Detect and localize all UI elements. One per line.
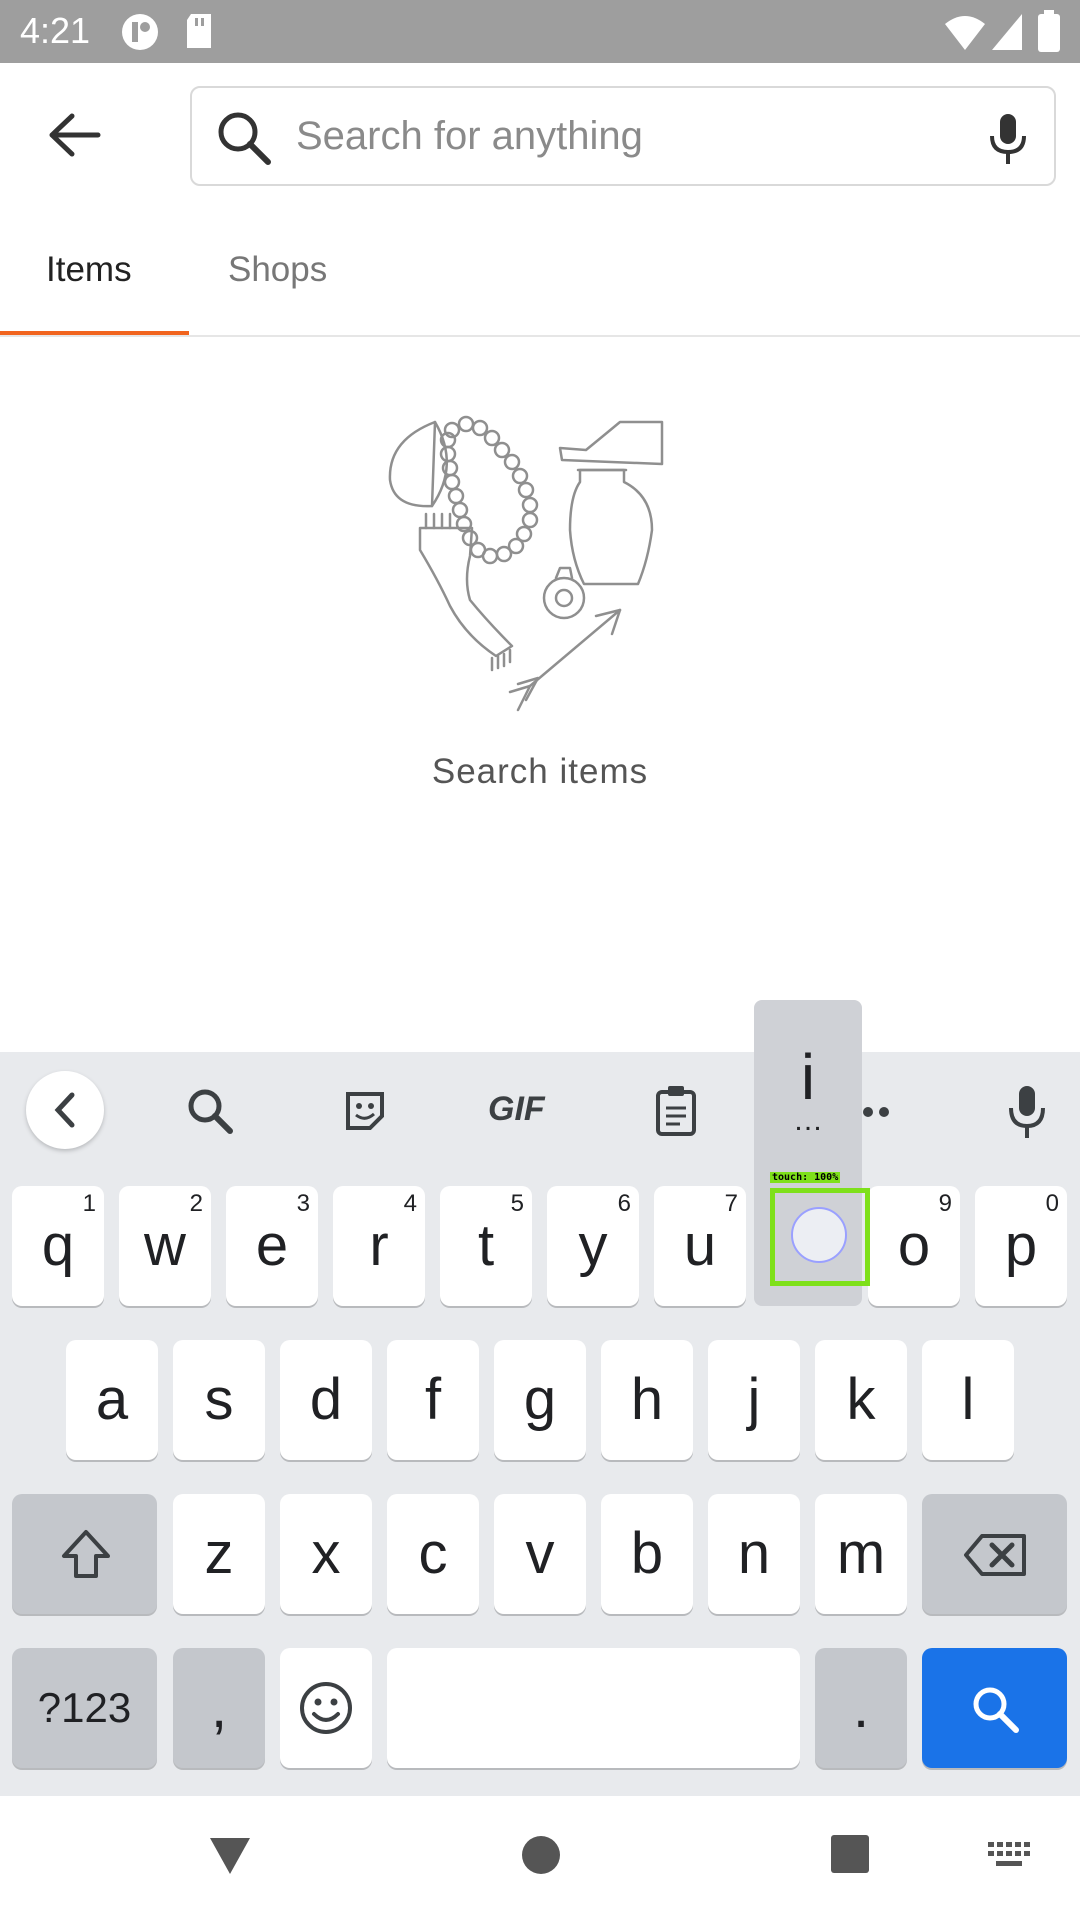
key-s[interactable]: s <box>173 1340 265 1460</box>
key-hint: 2 <box>189 1190 203 1217</box>
tab-divider <box>0 335 1080 337</box>
key-e[interactable]: e3 <box>226 1186 318 1306</box>
key-hint: 6 <box>617 1190 631 1217</box>
sd-card-icon <box>187 14 211 48</box>
toolbar-collapse-button[interactable] <box>26 1071 104 1149</box>
key-y[interactable]: y6 <box>547 1186 639 1306</box>
keyboard-switch-icon[interactable] <box>986 1840 1032 1870</box>
more-options-icon[interactable] <box>862 1100 892 1124</box>
key-label: q <box>41 1213 75 1278</box>
key-h[interactable]: h <box>601 1340 693 1460</box>
key-l[interactable]: l <box>922 1340 1014 1460</box>
key-c[interactable]: c <box>387 1494 479 1614</box>
key-z[interactable]: z <box>173 1494 265 1614</box>
key-j[interactable]: j <box>708 1340 800 1460</box>
key-n[interactable]: n <box>708 1494 800 1614</box>
key-m[interactable]: m <box>815 1494 907 1614</box>
key-d[interactable]: d <box>280 1340 372 1460</box>
clipboard-icon[interactable] <box>654 1084 698 1136</box>
key-label: r <box>369 1213 389 1278</box>
nav-back-icon[interactable] <box>206 1834 254 1878</box>
key-q[interactable]: q1 <box>12 1186 104 1306</box>
key-p[interactable]: p0 <box>975 1186 1067 1306</box>
key-label: p <box>1004 1213 1038 1278</box>
status-bar: 4:21 <box>0 0 1080 63</box>
key-u[interactable]: u7 <box>654 1186 746 1306</box>
keyboard-microphone-icon[interactable] <box>1006 1084 1048 1140</box>
search-placeholder: Search for anything <box>296 114 643 158</box>
key-b[interactable]: b <box>601 1494 693 1614</box>
status-time: 4:21 <box>20 10 91 51</box>
keyboard-search-icon[interactable] <box>186 1087 234 1135</box>
backspace-icon <box>964 1534 1026 1576</box>
key-o[interactable]: o9 <box>868 1186 960 1306</box>
key-hint: 9 <box>938 1190 952 1217</box>
key-t[interactable]: t5 <box>440 1186 532 1306</box>
key-f[interactable]: f <box>387 1340 479 1460</box>
backspace-key[interactable] <box>922 1494 1067 1614</box>
key-label: e <box>255 1213 289 1278</box>
key-v[interactable]: v <box>494 1494 586 1614</box>
battery-icon <box>1038 10 1060 52</box>
key-w[interactable]: w2 <box>119 1186 211 1306</box>
key-k[interactable]: k <box>815 1340 907 1460</box>
touch-indicator-label: touch: 100% <box>770 1172 841 1183</box>
wifi-icon <box>945 16 985 50</box>
shift-key[interactable] <box>12 1494 157 1614</box>
nav-recents-icon[interactable] <box>830 1834 870 1874</box>
search-action-key[interactable] <box>922 1648 1067 1768</box>
signal-icon <box>992 14 1022 50</box>
key-popup-label: i <box>800 1041 816 1113</box>
collection-illustration <box>388 415 664 712</box>
chevron-left-icon <box>54 1092 75 1128</box>
tab-items[interactable]: Items <box>46 250 132 290</box>
emoji-icon <box>300 1682 352 1734</box>
touch-point <box>791 1207 847 1263</box>
notification-icon <box>122 14 158 50</box>
period-key[interactable]: . <box>815 1648 907 1768</box>
key-hint: 3 <box>296 1190 310 1217</box>
key-hint: 1 <box>82 1190 96 1217</box>
key-r[interactable]: r4 <box>333 1186 425 1306</box>
key-label: u <box>683 1213 717 1278</box>
key-popup-more-indicator: … <box>793 1104 823 1137</box>
empty-state-label: Search items <box>431 752 649 791</box>
shift-icon <box>62 1530 110 1578</box>
key-g[interactable]: g <box>494 1340 586 1460</box>
search-input[interactable]: Search for anything <box>190 86 1056 186</box>
key-hint: 7 <box>724 1190 738 1217</box>
search-action-icon <box>973 1687 1019 1733</box>
navigation-bar <box>0 1796 1080 1920</box>
key-label: o <box>897 1213 931 1278</box>
back-arrow-icon[interactable] <box>48 112 102 158</box>
key-label: t <box>477 1213 495 1278</box>
key-hint: 4 <box>403 1190 417 1217</box>
emoji-key[interactable] <box>280 1648 372 1768</box>
key-hint: 0 <box>1045 1190 1059 1217</box>
key-a[interactable]: a <box>66 1340 158 1460</box>
key-hint: 5 <box>510 1190 524 1217</box>
search-icon <box>218 112 271 165</box>
gif-button[interactable]: GIF <box>488 1090 545 1129</box>
tab-shops[interactable]: Shops <box>228 250 327 290</box>
comma-key[interactable]: , <box>173 1648 265 1768</box>
key-x[interactable]: x <box>280 1494 372 1614</box>
space-key[interactable] <box>387 1648 800 1768</box>
key-label: w <box>144 1213 186 1278</box>
symbols-key[interactable]: ?123 <box>12 1648 157 1768</box>
key-label: y <box>578 1213 608 1278</box>
microphone-icon[interactable] <box>988 112 1028 166</box>
nav-home-icon[interactable] <box>520 1834 562 1876</box>
sticker-icon[interactable] <box>342 1088 388 1134</box>
